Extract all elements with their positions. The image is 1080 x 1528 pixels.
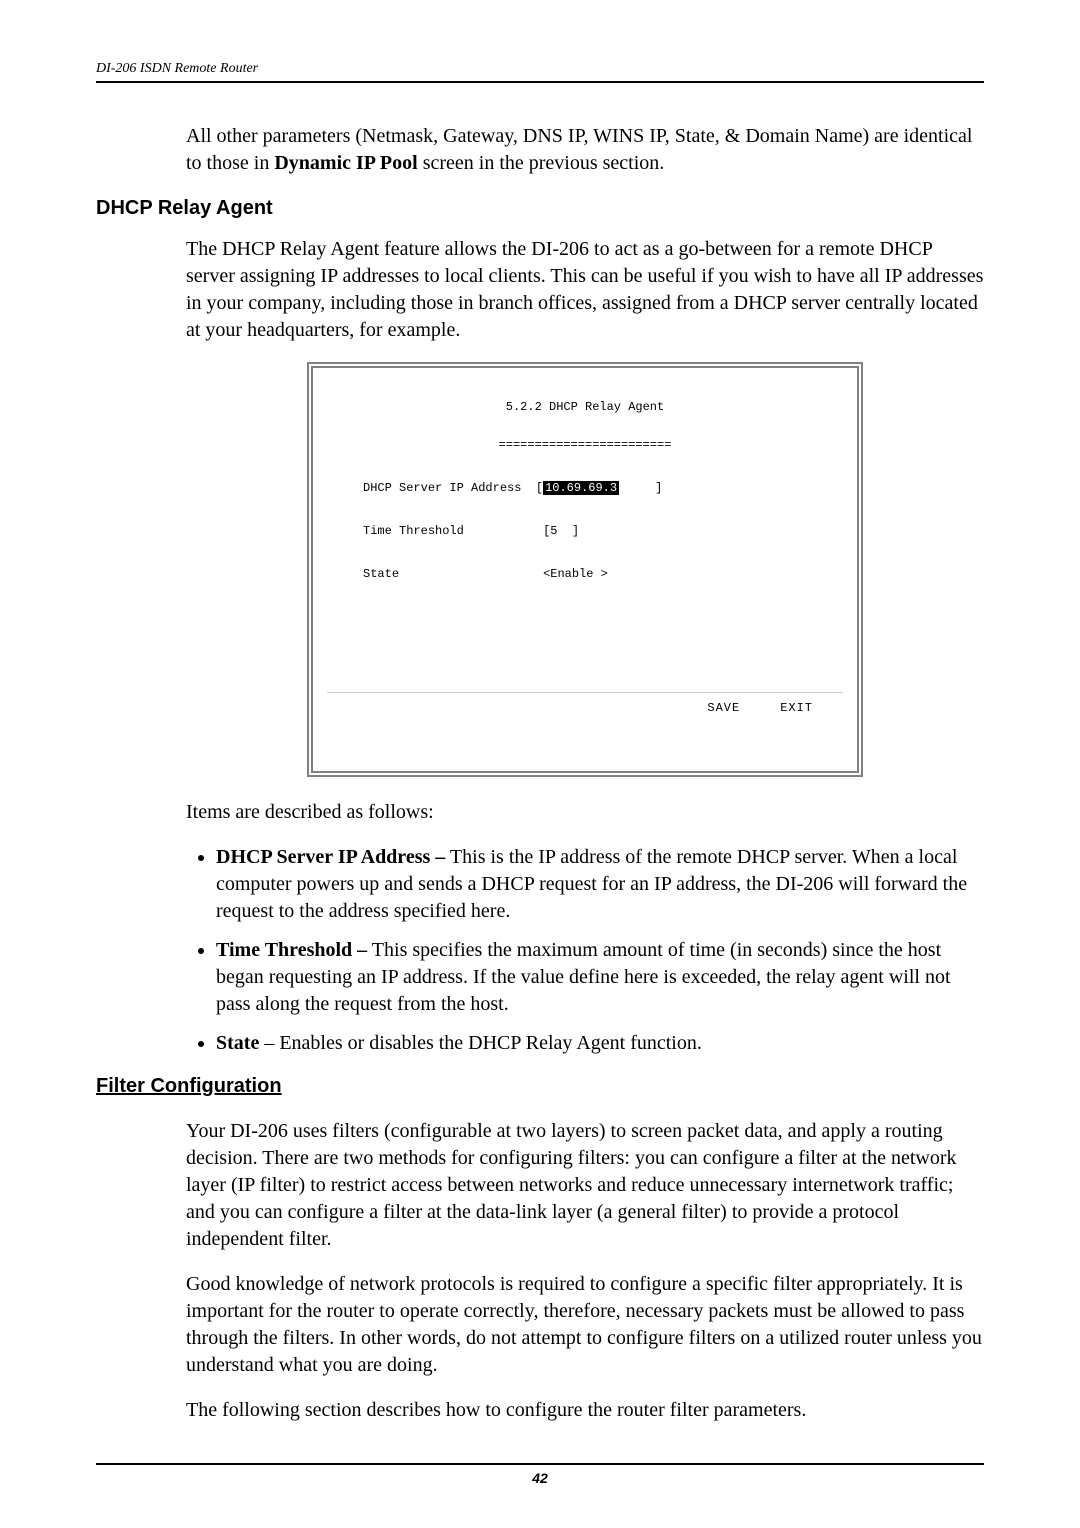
body-content: The DHCP Relay Agent feature allows the … <box>186 236 984 1057</box>
relay-paragraph: The DHCP Relay Agent feature allows the … <box>186 236 984 344</box>
heading-dhcp-relay-agent: DHCP Relay Agent <box>96 195 984 222</box>
terminal-footer: SAVE EXIT <box>327 692 843 718</box>
terminal-exit: EXIT <box>780 701 813 715</box>
terminal-label-state: State <box>363 567 399 581</box>
items-list: DHCP Server IP Address – This is the IP … <box>186 844 984 1057</box>
heading-filter-configuration: Filter Configuration <box>96 1073 984 1100</box>
intro-bold: Dynamic IP Pool <box>274 152 417 174</box>
terminal-inner: 5.2.2 DHCP Relay Agent =================… <box>317 372 853 767</box>
running-header: DI-206 ISDN Remote Router <box>96 60 984 83</box>
terminal-screenshot: 5.2.2 DHCP Relay Agent =================… <box>307 362 863 777</box>
terminal-label-time: Time Threshold <box>363 524 464 538</box>
intro-post: screen in the previous section. <box>418 152 665 174</box>
terminal-row-state: State <Enable > <box>327 565 843 584</box>
terminal-save: SAVE <box>707 701 740 715</box>
items-intro: Items are described as follows: <box>186 799 984 826</box>
list-item: Time Threshold – This specifies the maxi… <box>216 937 984 1018</box>
terminal-title: 5.2.2 DHCP Relay Agent <box>327 398 843 417</box>
body-content: Your DI-206 uses filters (configurable a… <box>186 1118 984 1424</box>
terminal-value-state: <Enable > <box>543 567 608 581</box>
page: DI-206 ISDN Remote Router All other para… <box>0 0 1080 1528</box>
terminal-label-ip: DHCP Server IP Address <box>363 481 521 495</box>
filter-paragraph-1: Your DI-206 uses filters (configurable a… <box>186 1118 984 1253</box>
body-content: All other parameters (Netmask, Gateway, … <box>186 123 984 177</box>
page-number: 42 <box>532 1470 548 1486</box>
filter-paragraph-3: The following section describes how to c… <box>186 1397 984 1424</box>
terminal-row-time: Time Threshold [5 ] <box>327 522 843 541</box>
intro-paragraph: All other parameters (Netmask, Gateway, … <box>186 123 984 177</box>
list-item: State – Enables or disables the DHCP Rel… <box>216 1030 984 1057</box>
terminal-rule: ======================== <box>327 436 843 455</box>
list-item: DHCP Server IP Address – This is the IP … <box>216 844 984 925</box>
item-lead: DHCP Server IP Address – <box>216 846 445 868</box>
filter-paragraph-2: Good knowledge of network protocols is r… <box>186 1271 984 1379</box>
terminal-value-time: [5 ] <box>543 524 579 538</box>
item-lead: State <box>216 1032 259 1054</box>
item-lead: Time Threshold – <box>216 939 367 961</box>
item-rest: – Enables or disables the DHCP Relay Age… <box>259 1032 702 1054</box>
terminal-value-ip: 10.69.69.3 <box>543 481 619 495</box>
terminal-row-ip: DHCP Server IP Address [10.69.69.3 ] <box>327 479 843 498</box>
page-footer: 42 <box>96 1463 984 1488</box>
